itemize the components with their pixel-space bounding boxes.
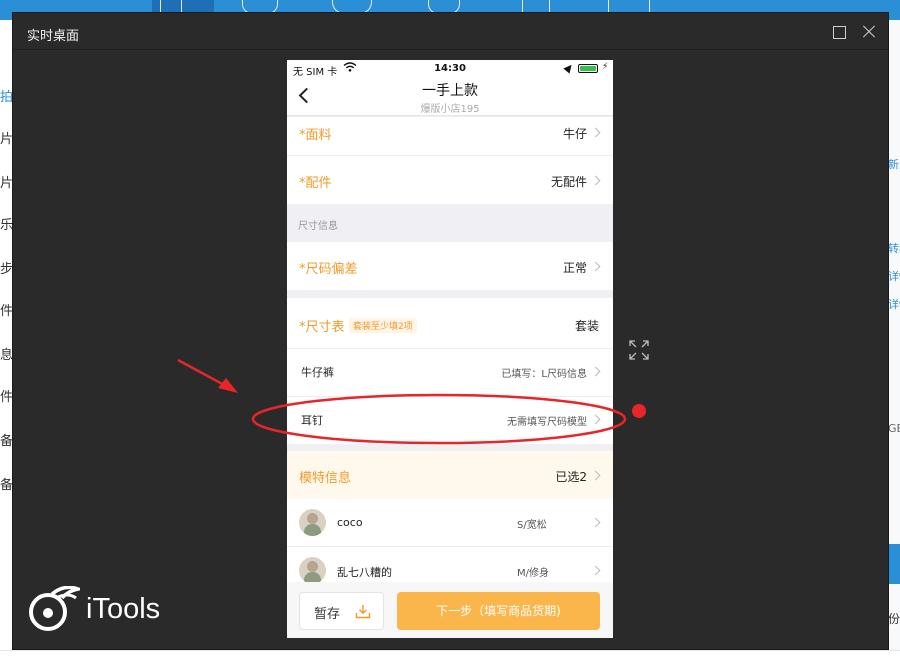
model-size: S/宽松	[517, 520, 547, 531]
next-step-button[interactable]: 下一步（填写商品货期)	[397, 592, 600, 630]
chevron-right-icon	[590, 175, 601, 186]
right-link[interactable]: 新息	[888, 156, 900, 172]
nav-bar: 一手上款 爆版小店195	[287, 78, 613, 116]
itools-logo-text: iTools	[86, 593, 161, 625]
right-action-icon[interactable]	[888, 544, 900, 584]
model-row[interactable]: coco S/宽松	[287, 499, 613, 547]
shop-name: 爆版小店195	[420, 104, 480, 115]
size-deviation-label: *尺码偏差	[299, 262, 358, 277]
chevron-right-icon	[590, 517, 601, 528]
earring-value: 无需填写尺码模型	[507, 417, 587, 428]
right-link[interactable]: 转移	[888, 240, 900, 256]
jeans-value: 已填写：L尺码信息	[501, 369, 587, 380]
jeans-label: 牛仔裤	[301, 366, 334, 379]
model-name: coco	[337, 516, 363, 529]
size-chart-label: *尺寸表	[299, 320, 345, 335]
sidebar-item[interactable]: 片	[0, 128, 12, 147]
sidebar-item[interactable]: 拍	[0, 86, 12, 105]
size-section-label: 尺寸信息	[298, 221, 338, 232]
model-size: M/修身	[517, 568, 549, 579]
background-bottom	[0, 650, 900, 660]
accessory-label: *配件	[299, 176, 332, 191]
charging-icon: ⚡	[602, 62, 609, 72]
phone-screen: 无 SIM 卡 14:30 ⚡ 一手上款 爆版小店195 *面料 牛仔 *配件 …	[287, 60, 613, 638]
status-bar: 无 SIM 卡 14:30 ⚡	[287, 60, 613, 78]
accessory-value: 无配件	[550, 175, 587, 189]
close-button[interactable]	[858, 21, 880, 43]
bottom-action-bar: 暂存 下一步（填写商品货期)	[287, 582, 613, 638]
right-link[interactable]: 详情	[888, 296, 900, 312]
sidebar-item[interactable]: 息	[0, 344, 12, 363]
size-chart-row[interactable]: *尺寸表 套装至少填2项 套装	[287, 298, 613, 349]
sidebar-item[interactable]: 备	[0, 474, 12, 493]
fabric-value: 牛仔	[562, 127, 587, 141]
background-sidebar: 拍 片 片 乐 步 件 息 件 备 备	[0, 20, 12, 660]
model-name: 乱七八糟的	[337, 566, 392, 579]
avatar	[299, 509, 326, 536]
chevron-right-icon	[590, 470, 601, 481]
dialog-title: 实时桌面	[27, 29, 80, 44]
expand-icon[interactable]	[628, 339, 650, 361]
background-right-panel: 新息 转移 详情 详情 GB 份	[888, 20, 900, 660]
title-separator	[13, 49, 888, 50]
model-info-value: 已选2	[555, 470, 587, 484]
itools-logo-icon	[29, 586, 80, 631]
sidebar-item[interactable]: 乐	[0, 214, 12, 233]
download-icon	[355, 605, 371, 619]
jeans-size-row[interactable]: 牛仔裤 已填写：L尺码信息	[287, 349, 613, 397]
storage-label: GB	[888, 422, 900, 435]
sidebar-item[interactable]: 件	[0, 386, 12, 405]
chevron-right-icon	[590, 127, 601, 138]
right-label: 份	[888, 612, 900, 626]
earring-label: 耳钉	[301, 414, 323, 427]
sidebar-item[interactable]: 备	[0, 430, 12, 449]
save-draft-button[interactable]: 暂存	[299, 592, 384, 630]
model-info-row[interactable]: 模特信息 已选2	[287, 451, 613, 499]
size-deviation-row[interactable]: *尺码偏差 正常	[287, 242, 613, 290]
size-section-header: 尺寸信息	[287, 204, 613, 242]
right-link[interactable]: 详情	[888, 268, 900, 284]
size-chart-value: 套装	[574, 319, 599, 333]
fabric-row[interactable]: *面料 牛仔	[287, 117, 613, 156]
chevron-right-icon	[590, 261, 601, 272]
battery-icon	[578, 64, 598, 73]
chevron-right-icon	[590, 366, 601, 377]
maximize-button[interactable]	[827, 21, 849, 43]
sidebar-item[interactable]: 片	[0, 172, 12, 191]
accessory-row[interactable]: *配件 无配件	[287, 156, 613, 204]
fabric-label: *面料	[299, 128, 332, 143]
chevron-right-icon	[590, 414, 601, 425]
size-deviation-value: 正常	[562, 261, 587, 275]
page-title: 一手上款	[422, 83, 478, 99]
avatar	[299, 557, 326, 584]
sidebar-item[interactable]: 件	[0, 300, 12, 319]
size-chart-hint-badge: 套装至少填2项	[349, 318, 417, 333]
chevron-right-icon	[590, 565, 601, 576]
model-info-label: 模特信息	[299, 471, 352, 486]
earring-size-row[interactable]: 耳钉 无需填写尺码模型	[287, 397, 613, 444]
sidebar-item[interactable]: 步	[0, 258, 12, 277]
save-draft-label: 暂存	[314, 607, 341, 622]
